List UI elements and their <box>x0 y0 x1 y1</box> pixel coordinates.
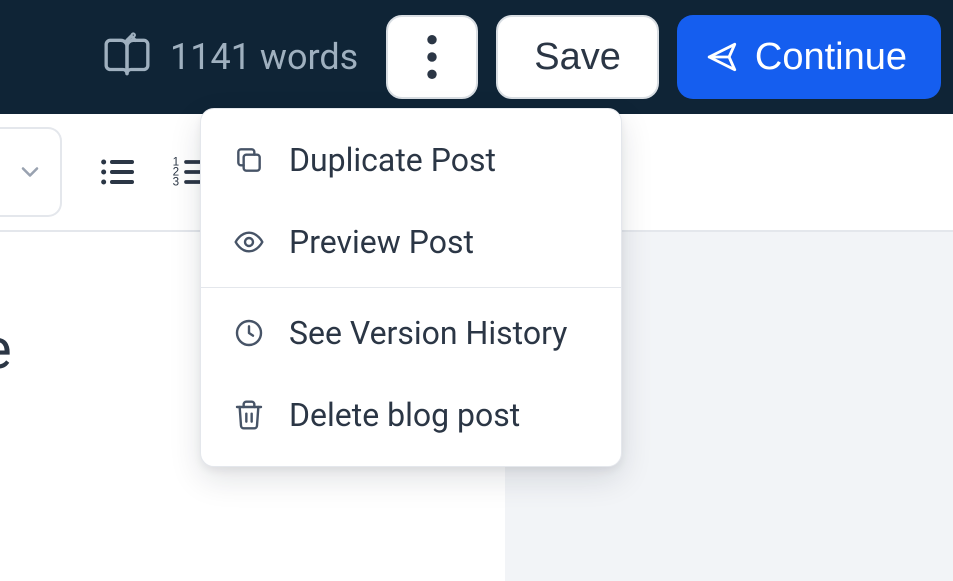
bullet-list-icon <box>97 152 137 192</box>
continue-button-label: Continue <box>755 36 907 79</box>
top-bar: 1141 words Save Continue <box>0 0 953 114</box>
more-vertical-icon <box>427 35 437 79</box>
bullet-list-button[interactable] <box>94 149 140 195</box>
send-icon <box>705 40 739 74</box>
eye-icon <box>233 226 265 258</box>
clock-icon <box>233 317 265 349</box>
menu-item-duplicate[interactable]: Duplicate Post <box>201 119 621 201</box>
word-count-text: 1141 words <box>170 36 358 78</box>
svg-text:3: 3 <box>173 175 179 188</box>
menu-item-label: Delete blog post <box>289 396 520 434</box>
continue-button[interactable]: Continue <box>677 15 941 99</box>
menu-item-delete[interactable]: Delete blog post <box>201 374 621 456</box>
format-dropdown[interactable] <box>0 127 62 217</box>
menu-separator <box>201 287 621 288</box>
menu-item-label: See Version History <box>289 314 567 352</box>
save-button[interactable]: Save <box>496 15 659 99</box>
trash-icon <box>233 399 265 431</box>
more-options-button[interactable] <box>386 15 478 99</box>
menu-item-label: Preview Post <box>289 223 474 261</box>
save-button-label: Save <box>534 36 621 79</box>
menu-item-history[interactable]: See Version History <box>201 292 621 374</box>
partial-text-glyph: e <box>0 316 12 382</box>
word-count: 1141 words <box>102 32 358 82</box>
menu-item-preview[interactable]: Preview Post <box>201 201 621 283</box>
menu-item-label: Duplicate Post <box>289 141 496 179</box>
copy-icon <box>233 144 265 176</box>
chevron-down-icon <box>16 158 44 186</box>
more-options-menu: Duplicate Post Preview Post See Version … <box>200 108 622 467</box>
book-icon <box>102 32 152 82</box>
